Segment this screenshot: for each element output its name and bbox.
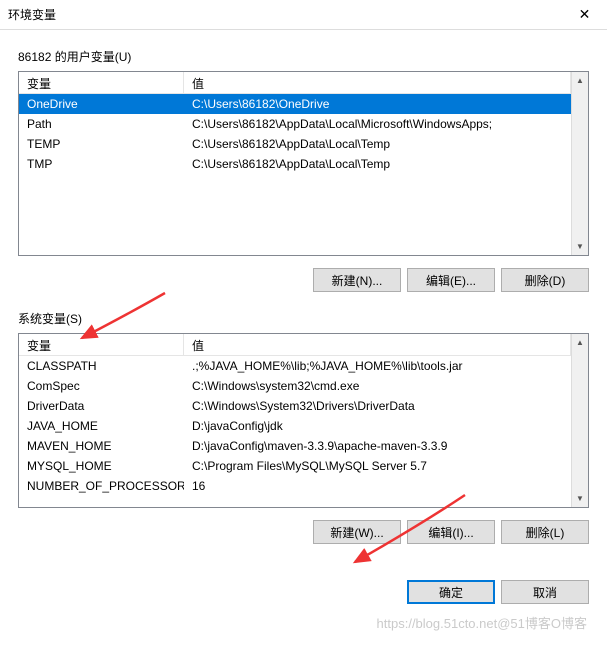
variable-value: D:\javaConfig\jdk bbox=[184, 417, 571, 435]
system-delete-button[interactable]: 删除(L) bbox=[501, 520, 589, 544]
variable-name: TEMP bbox=[19, 135, 184, 153]
window-title: 环境变量 bbox=[8, 6, 56, 23]
table-row[interactable]: ComSpecC:\Windows\system32\cmd.exe bbox=[19, 376, 571, 396]
user-variables-group: 86182 的用户变量(U) 变量 值 OneDriveC:\Users\861… bbox=[18, 48, 589, 292]
close-icon: ✕ bbox=[579, 6, 591, 23]
variable-name: CLASSPATH bbox=[19, 357, 184, 375]
cancel-button[interactable]: 取消 bbox=[501, 580, 589, 604]
variable-name: OneDrive bbox=[19, 95, 184, 113]
variable-value: C:\Users\86182\AppData\Local\Temp bbox=[184, 135, 571, 153]
variable-value: C:\Windows\System32\Drivers\DriverData bbox=[184, 397, 571, 415]
column-header-value[interactable]: 值 bbox=[184, 72, 571, 93]
variable-name: ComSpec bbox=[19, 377, 184, 395]
user-button-row: 新建(N)... 编辑(E)... 删除(D) bbox=[18, 268, 589, 292]
variable-value: C:\Program Files\MySQL\MySQL Server 5.7 bbox=[184, 457, 571, 475]
table-row[interactable]: OneDriveC:\Users\86182\OneDrive bbox=[19, 94, 571, 114]
table-row[interactable]: CLASSPATH.;%JAVA_HOME%\lib;%JAVA_HOME%\l… bbox=[19, 356, 571, 376]
table-row[interactable]: PathC:\Users\86182\AppData\Local\Microso… bbox=[19, 114, 571, 134]
variable-name: MAVEN_HOME bbox=[19, 437, 184, 455]
table-row[interactable]: MYSQL_HOMEC:\Program Files\MySQL\MySQL S… bbox=[19, 456, 571, 476]
table-row[interactable]: MAVEN_HOMED:\javaConfig\maven-3.3.9\apac… bbox=[19, 436, 571, 456]
table-row[interactable]: JAVA_HOMED:\javaConfig\jdk bbox=[19, 416, 571, 436]
variable-name: DriverData bbox=[19, 397, 184, 415]
system-edit-button[interactable]: 编辑(I)... bbox=[407, 520, 495, 544]
user-variables-label: 86182 的用户变量(U) bbox=[18, 48, 589, 65]
user-new-button[interactable]: 新建(N)... bbox=[313, 268, 401, 292]
scroll-track[interactable] bbox=[572, 89, 588, 238]
user-delete-button[interactable]: 删除(D) bbox=[501, 268, 589, 292]
variable-name: NUMBER_OF_PROCESSORS bbox=[19, 477, 184, 495]
variable-name: MYSQL_HOME bbox=[19, 457, 184, 475]
user-variables-table[interactable]: 变量 值 OneDriveC:\Users\86182\OneDrivePath… bbox=[18, 71, 589, 256]
variable-value: C:\Users\86182\OneDrive bbox=[184, 95, 571, 113]
scroll-down-icon[interactable]: ▼ bbox=[572, 490, 588, 507]
table-row[interactable]: DriverDataC:\Windows\System32\Drivers\Dr… bbox=[19, 396, 571, 416]
user-edit-button[interactable]: 编辑(E)... bbox=[407, 268, 495, 292]
close-button[interactable]: ✕ bbox=[562, 0, 607, 30]
system-table-scrollbar[interactable]: ▲ ▼ bbox=[571, 334, 588, 507]
table-row[interactable]: TMPC:\Users\86182\AppData\Local\Temp bbox=[19, 154, 571, 174]
variable-name: JAVA_HOME bbox=[19, 417, 184, 435]
scroll-track[interactable] bbox=[572, 351, 588, 490]
system-new-button[interactable]: 新建(W)... bbox=[313, 520, 401, 544]
system-variables-table[interactable]: 变量 值 CLASSPATH.;%JAVA_HOME%\lib;%JAVA_HO… bbox=[18, 333, 589, 508]
column-header-name[interactable]: 变量 bbox=[19, 334, 184, 355]
system-button-row: 新建(W)... 编辑(I)... 删除(L) bbox=[18, 520, 589, 544]
variable-name: TMP bbox=[19, 155, 184, 173]
system-table-header: 变量 值 bbox=[19, 334, 571, 356]
variable-value: C:\Windows\system32\cmd.exe bbox=[184, 377, 571, 395]
user-table-header: 变量 值 bbox=[19, 72, 571, 94]
column-header-name[interactable]: 变量 bbox=[19, 72, 184, 93]
variable-value: 16 bbox=[184, 477, 571, 495]
variable-value: D:\javaConfig\maven-3.3.9\apache-maven-3… bbox=[184, 437, 571, 455]
table-row[interactable]: NUMBER_OF_PROCESSORS16 bbox=[19, 476, 571, 496]
table-row[interactable]: TEMPC:\Users\86182\AppData\Local\Temp bbox=[19, 134, 571, 154]
content-area: 86182 的用户变量(U) 变量 值 OneDriveC:\Users\861… bbox=[0, 30, 607, 572]
system-variables-group: 系统变量(S) 变量 值 CLASSPATH.;%JAVA_HOME%\lib;… bbox=[18, 310, 589, 544]
ok-button[interactable]: 确定 bbox=[407, 580, 495, 604]
scroll-up-icon[interactable]: ▲ bbox=[572, 334, 588, 351]
column-header-value[interactable]: 值 bbox=[184, 334, 571, 355]
titlebar: 环境变量 ✕ bbox=[0, 0, 607, 30]
scroll-down-icon[interactable]: ▼ bbox=[572, 238, 588, 255]
variable-value: .;%JAVA_HOME%\lib;%JAVA_HOME%\lib\tools.… bbox=[184, 357, 571, 375]
dialog-footer: 确定 取消 bbox=[0, 572, 607, 618]
variable-name: Path bbox=[19, 115, 184, 133]
scroll-up-icon[interactable]: ▲ bbox=[572, 72, 588, 89]
variable-value: C:\Users\86182\AppData\Local\Microsoft\W… bbox=[184, 115, 571, 133]
variable-value: C:\Users\86182\AppData\Local\Temp bbox=[184, 155, 571, 173]
user-table-scrollbar[interactable]: ▲ ▼ bbox=[571, 72, 588, 255]
system-variables-label: 系统变量(S) bbox=[18, 310, 589, 327]
